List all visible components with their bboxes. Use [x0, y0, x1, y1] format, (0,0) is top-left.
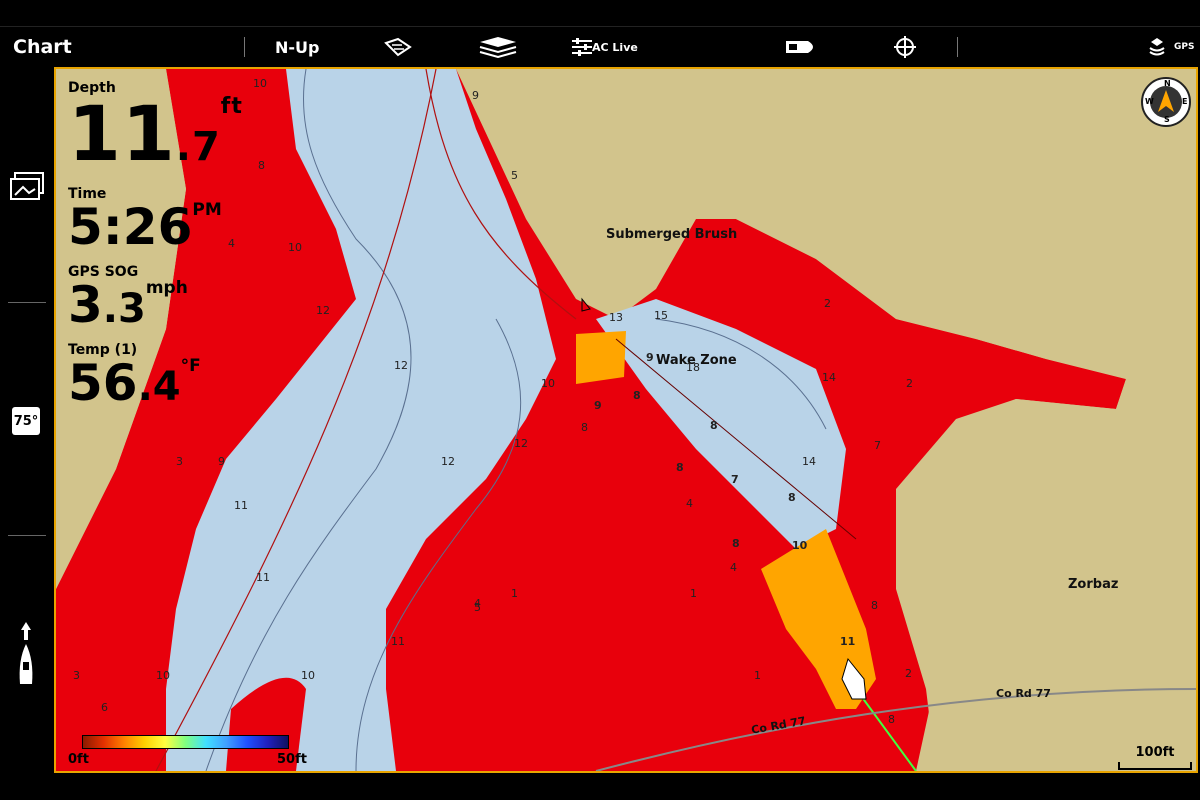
depth-number: 8 — [633, 389, 641, 402]
depth-number: 3 — [176, 455, 183, 468]
depth-number: 4 — [730, 561, 737, 574]
depth-number: 9 — [646, 351, 654, 364]
depth-number: 8 — [581, 421, 588, 434]
depth-number: 2 — [824, 297, 831, 310]
depth-number: 12 — [441, 455, 455, 468]
depth-number: 1 — [690, 587, 697, 600]
depth-number: 8 — [871, 599, 878, 612]
depth-number: 2 — [906, 377, 913, 390]
depth-number: 12 — [514, 437, 528, 450]
temp-value: 56.4°F — [68, 354, 201, 412]
satellite-status-icon — [1148, 27, 1166, 67]
depth-number: 9 — [472, 89, 479, 102]
distance-scale: 100ft — [1118, 745, 1192, 775]
depth-number: 18 — [686, 361, 700, 374]
depth-number: 14 — [822, 371, 836, 384]
top-toolbar: Chart N-Up AC Live GPS — [0, 26, 1200, 67]
depth-number: 10 — [792, 539, 808, 552]
sog-value: 3.3mph — [68, 276, 188, 334]
depth-number: 1 — [754, 669, 761, 682]
views-icon[interactable] — [9, 171, 45, 205]
layers-icon[interactable] — [478, 27, 518, 67]
data-overlay: Depth 11.7ft Time 5:26PM GPS SOG 3.3mph … — [68, 80, 268, 408]
depth-number: 8 — [676, 461, 684, 474]
gps-status-label: GPS — [1174, 42, 1195, 52]
depth-number: 15 — [654, 309, 668, 322]
toolbar-divider — [244, 37, 245, 57]
map-label-zorbaz[interactable]: Zorbaz — [1068, 577, 1118, 592]
map-label-submerged-brush[interactable]: Submerged Brush — [606, 227, 737, 242]
depth-number: 10 — [156, 669, 170, 682]
depth-number: 5 — [474, 601, 481, 614]
sidebar-divider — [8, 535, 46, 536]
compass-face — [1150, 86, 1182, 118]
distance-scale-label: 100ft — [1135, 745, 1175, 760]
depth-number: 7 — [731, 473, 739, 486]
distance-scale-bar — [1118, 762, 1192, 770]
temperature-badge[interactable]: 75° — [12, 407, 40, 435]
compass-e: E — [1182, 97, 1188, 106]
time-value: 5:26PM — [68, 198, 222, 256]
depth-number: 14 — [802, 455, 816, 468]
toolbar-divider — [957, 37, 958, 57]
depth-number: 7 — [874, 439, 881, 452]
depth-number: 10 — [301, 669, 315, 682]
depth-number: 13 — [609, 311, 623, 324]
depth-number: 2 — [905, 667, 912, 680]
scale-min-label: 0ft — [68, 752, 89, 767]
compass-n: N — [1164, 79, 1171, 88]
depth-number: 8 — [732, 537, 740, 550]
depth-number: 9 — [594, 399, 602, 412]
autochart-live-label[interactable]: AC Live — [592, 27, 638, 67]
compass-rose[interactable]: N S E W — [1141, 77, 1191, 127]
temp-badge-label: 75° — [12, 407, 40, 435]
depth-value: 11.7ft — [68, 89, 243, 178]
depth-number: 8 — [788, 491, 796, 504]
depth-number: 8 — [888, 713, 895, 726]
depth-number: 12 — [316, 304, 330, 317]
map-label-road: Co Rd 77 — [996, 687, 1051, 700]
depth-number: 4 — [686, 497, 693, 510]
depth-number: 10 — [541, 377, 555, 390]
left-sidebar: 75° — [0, 67, 53, 773]
depth-number: 11 — [256, 571, 270, 584]
depth-number: 6 — [101, 701, 108, 714]
depth-number: 5 — [511, 169, 518, 182]
autochart-settings-icon[interactable] — [571, 27, 593, 67]
boat-view-icon[interactable] — [784, 27, 820, 67]
depth-number: 1 — [511, 587, 518, 600]
compass-arrow-icon — [1158, 90, 1174, 112]
scale-max-label: 50ft — [277, 752, 307, 767]
depth-number: 9 — [218, 455, 225, 468]
boat-heading-icon[interactable] — [14, 622, 38, 690]
depth-number: 10 — [288, 241, 302, 254]
depth-number: 11 — [840, 635, 856, 648]
orientation-button[interactable]: N-Up — [275, 27, 319, 67]
depth-number: 8 — [710, 419, 718, 432]
page-title[interactable]: Chart — [13, 27, 72, 67]
depth-number: 11 — [391, 635, 405, 648]
sidebar-divider — [8, 302, 46, 303]
crosshair-icon[interactable] — [894, 27, 916, 67]
depth-number: 12 — [394, 359, 408, 372]
chart-edit-icon[interactable] — [384, 27, 412, 67]
depth-number: 11 — [234, 499, 248, 512]
compass-w: W — [1145, 97, 1154, 106]
depth-number: 3 — [73, 669, 80, 682]
compass-s: S — [1164, 115, 1170, 124]
depth-color-scale — [82, 735, 289, 749]
